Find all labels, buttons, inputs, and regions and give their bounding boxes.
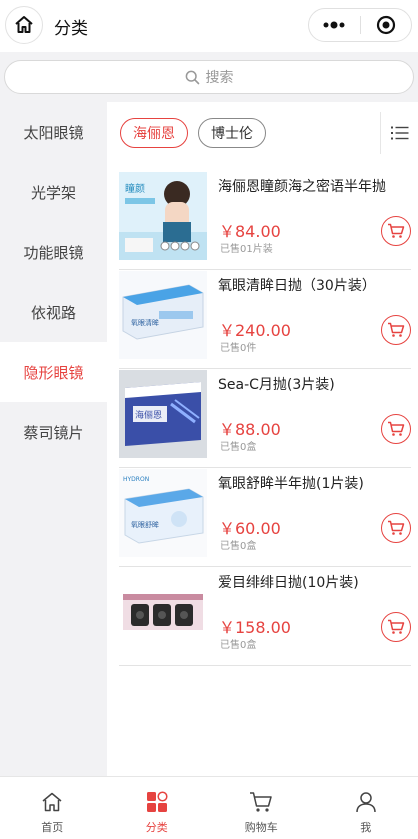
product-price: ￥240.00 [219,321,291,340]
svg-text:氧眼清眸: 氧眼清眸 [131,318,159,327]
svg-text:氧眼舒眸: 氧眼舒眸 [131,520,159,529]
product-name: 爱目绯绯日抛(10片装) [218,575,359,591]
product-name: 海俪恩瞳颜海之密语半年抛 [218,179,386,195]
product-price: ￥60.00 [219,519,281,538]
sidebar-item-sunglasses[interactable]: 太阳眼镜 [0,102,107,162]
tab-category[interactable]: 分类 [105,777,210,839]
product-name: 氧眼舒眸半年抛(1片装) [218,476,364,492]
list-view-toggle[interactable] [380,112,418,154]
target-close-icon [376,15,395,35]
home-icon [42,792,62,812]
tab-label: 分类 [145,821,168,834]
product-price: ￥88.00 [219,420,281,439]
more-button[interactable] [309,9,360,41]
tab-home[interactable]: 首页 [0,777,105,839]
brand-chip-bausch-lomb[interactable]: 博士伦 [198,118,266,148]
product-name: Sea-C月抛(3片装) [218,377,335,393]
product-sold-count: 已售0盒 [220,640,257,651]
cart-icon [388,223,405,238]
cart-icon [388,619,405,634]
product-panel: 海俪恩 博士伦 瞳颜 海俪恩瞳颜海之密语半年抛 ￥84.00 已售01片装 氧眼… [107,102,418,776]
product-item[interactable]: 瞳颜 海俪恩瞳颜海之密语半年抛 ￥84.00 已售01片装 [119,172,411,270]
bottom-tab-bar: 首页 分类 购物车 我 [0,776,418,839]
product-sold-count: 已售0盒 [220,541,257,552]
product-image: HYDRON 氧眼舒眸 [119,469,207,557]
tab-label: 购物车 [244,821,278,834]
svg-text:瞳颜: 瞳颜 [125,182,145,195]
user-icon [356,792,376,813]
add-to-cart-button[interactable] [381,414,411,444]
product-sold-count: 已售0盒 [220,442,257,453]
category-sidebar: 太阳眼镜 光学架 功能眼镜 依视路 隐形眼镜 蔡司镜片 [0,102,107,776]
list-view-icon [390,126,408,140]
product-image: 氧眼清眸 [119,271,207,359]
product-item[interactable]: 爱目绯绯日抛(10片装) ￥158.00 已售0盒 [119,568,411,666]
close-button[interactable] [361,9,412,41]
tab-label: 首页 [41,821,64,834]
svg-text:HYDRON: HYDRON [123,476,149,483]
sidebar-item-functional-glasses[interactable]: 功能眼镜 [0,222,107,282]
add-to-cart-button[interactable] [381,612,411,642]
more-dots-icon [323,21,345,29]
search-icon [185,70,199,84]
add-to-cart-button[interactable] [381,216,411,246]
sidebar-item-essilor[interactable]: 依视路 [0,282,107,342]
cart-icon [250,792,272,812]
product-sold-count: 已售0件 [220,343,257,354]
tab-me[interactable]: 我 [314,777,418,839]
sidebar-item-zeiss-lenses[interactable]: 蔡司镜片 [0,402,107,462]
product-price: ￥158.00 [219,618,291,637]
page-title: 分类 [54,19,88,39]
product-image [119,568,207,656]
nav-header: 分类 [0,0,418,52]
home-button[interactable] [5,6,43,44]
brand-chip-hydron[interactable]: 海俪恩 [120,118,188,148]
add-to-cart-button[interactable] [381,315,411,345]
cart-icon [388,322,405,337]
tab-label: 我 [360,821,372,834]
product-item[interactable]: 氧眼清眸 氧眼清眸日抛（30片装） ￥240.00 已售0件 [119,271,411,369]
product-item[interactable]: HYDRON 氧眼舒眸 氧眼舒眸半年抛(1片装) ￥60.00 已售0盒 [119,469,411,567]
product-image: 海俪恩 [119,370,207,458]
search-placeholder: 搜索 [205,70,234,86]
add-to-cart-button[interactable] [381,513,411,543]
product-sold-count: 已售01片装 [220,244,273,255]
mini-program-capsule [308,8,412,42]
category-icon [146,791,168,812]
svg-text:海俪恩: 海俪恩 [135,409,162,421]
search-input[interactable]: 搜索 [4,60,414,94]
product-image: 瞳颜 [119,172,207,260]
product-price: ￥84.00 [219,222,281,241]
sidebar-item-contact-lenses[interactable]: 隐形眼镜 [0,342,107,402]
tab-cart[interactable]: 购物车 [209,777,314,839]
product-name: 氧眼清眸日抛（30片装） [218,278,376,294]
brand-filter-bar: 海俪恩 博士伦 [107,102,418,162]
product-item[interactable]: 海俪恩 Sea-C月抛(3片装) ￥88.00 已售0盒 [119,370,411,468]
search-bar: 搜索 [0,52,418,102]
sidebar-item-optical-frames[interactable]: 光学架 [0,162,107,222]
cart-icon [388,520,405,535]
cart-icon [388,421,405,436]
home-icon [15,16,33,33]
